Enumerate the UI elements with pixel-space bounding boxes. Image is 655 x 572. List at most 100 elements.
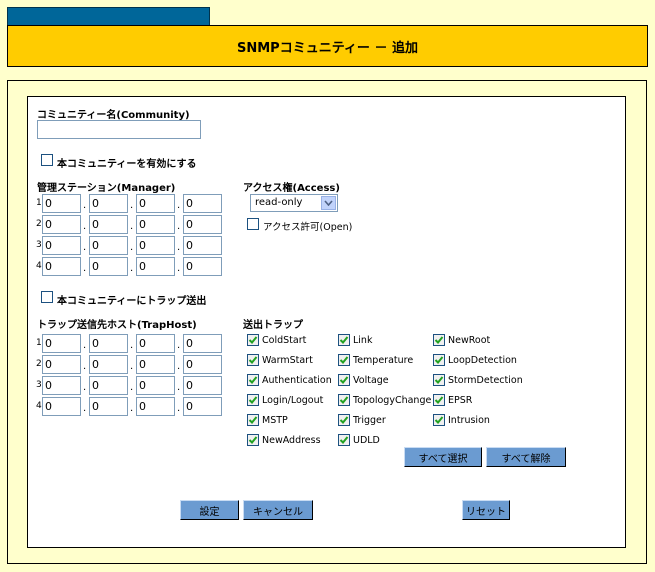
traphost-ip-octet-input[interactable] [136,376,175,395]
checkmark-icon [434,376,444,384]
traphost-ip-octet-input[interactable] [136,355,175,374]
trap-checkbox[interactable] [247,414,259,426]
traphost-ip-octet-input[interactable] [89,355,128,374]
traphost-ip-octet-input[interactable] [89,334,128,353]
manager-ip-octet-input[interactable] [89,257,128,276]
trap-checkbox[interactable] [247,334,259,346]
trap-checkbox[interactable] [247,434,259,446]
trap-checkbox[interactable] [338,394,350,406]
trap-checkbox[interactable] [338,434,350,446]
cancel-button[interactable]: キャンセル [243,500,313,520]
manager-ip-octet-input[interactable] [183,194,222,213]
trap-label: Intrusion [448,415,490,426]
trap-checkbox[interactable] [338,354,350,366]
trap-label: EPSR [448,395,473,406]
manager-ip-octet-input[interactable] [136,257,175,276]
traphost-ip-octet-input[interactable] [42,334,81,353]
traphost-ip-row-index: 1 [36,338,42,348]
checkmark-icon [434,336,444,344]
trap-enable-checkbox[interactable] [41,291,53,303]
traphost-ip-octet-separator: . [177,403,181,414]
trap-checkbox[interactable] [433,354,445,366]
enable-checkbox[interactable] [41,154,53,166]
reset-button[interactable]: リセット [462,500,510,520]
manager-ip-octet-separator: . [130,200,134,211]
chevron-down-icon[interactable] [321,196,336,210]
manager-ip-octet-input[interactable] [183,257,222,276]
manager-label: 管理ステーション(Manager) [37,183,176,194]
enable-label: 本コミュニティーを有効にする [57,159,197,170]
traphost-ip-octet-input[interactable] [183,376,222,395]
manager-ip-octet-separator: . [83,200,87,211]
traphost-ip-octet-separator: . [83,382,87,393]
manager-ip-octet-input[interactable] [42,257,81,276]
traphost-ip-octet-input[interactable] [183,334,222,353]
traps-label: 送出トラップ [243,320,303,331]
access-open-checkbox[interactable] [247,218,259,230]
manager-ip-octet-input[interactable] [183,215,222,234]
manager-ip-row-index: 4 [36,261,42,271]
trap-label: Link [353,335,373,346]
manager-ip-octet-separator: . [130,242,134,253]
manager-ip-octet-separator: . [177,221,181,232]
traphost-ip-octet-input[interactable] [183,355,222,374]
traphost-ip-row-index: 2 [36,359,42,369]
manager-ip-octet-input[interactable] [183,236,222,255]
access-select-value: read-only [255,197,303,208]
traphost-ip-octet-input[interactable] [89,397,128,416]
traphost-ip-octet-input[interactable] [42,355,81,374]
access-select[interactable]: read-only [250,194,338,212]
trap-checkbox[interactable] [338,334,350,346]
traphost-label: トラップ送信先ホスト(TrapHost) [37,320,197,331]
trap-checkbox[interactable] [433,374,445,386]
trap-checkbox[interactable] [247,374,259,386]
manager-ip-octet-input[interactable] [89,194,128,213]
trap-checkbox[interactable] [338,414,350,426]
checkmark-icon [339,436,349,444]
select-all-button[interactable]: すべて選択 [404,447,482,467]
trap-checkbox[interactable] [433,394,445,406]
traphost-ip-row-index: 3 [36,380,42,390]
trap-checkbox[interactable] [433,414,445,426]
manager-ip-octet-input[interactable] [89,215,128,234]
manager-ip-octet-input[interactable] [89,236,128,255]
traphost-ip-octet-input[interactable] [42,376,81,395]
trap-checkbox[interactable] [338,374,350,386]
manager-ip-octet-input[interactable] [136,194,175,213]
page-title-text: SNMPコミュニティー － 追加 [237,40,418,56]
checkmark-icon [248,336,258,344]
manager-ip-octet-input[interactable] [42,215,81,234]
manager-ip-octet-separator: . [83,242,87,253]
checkmark-icon [339,356,349,364]
traphost-ip-octet-input[interactable] [42,397,81,416]
manager-ip-octet-input[interactable] [42,236,81,255]
clear-all-button[interactable]: すべて解除 [486,447,566,467]
trap-checkbox[interactable] [433,334,445,346]
traphost-ip-octet-separator: . [130,361,134,372]
manager-ip-octet-input[interactable] [42,194,81,213]
traphost-ip-octet-separator: . [177,340,181,351]
trap-checkbox[interactable] [247,394,259,406]
trap-label: ColdStart [262,335,307,346]
traphost-ip-octet-input[interactable] [183,397,222,416]
traphost-ip-octet-separator: . [130,340,134,351]
traphost-ip-octet-input[interactable] [89,376,128,395]
trap-label: UDLD [353,435,380,446]
set-button[interactable]: 設定 [180,500,239,520]
manager-ip-octet-input[interactable] [136,215,175,234]
checkmark-icon [248,376,258,384]
traphost-ip-octet-input[interactable] [136,397,175,416]
trap-label: Voltage [353,375,389,386]
community-label: コミュニティー名(Community) [37,110,190,121]
trap-label: NewAddress [262,435,321,446]
manager-ip-octet-separator: . [130,221,134,232]
manager-ip-octet-separator: . [177,263,181,274]
access-label: アクセス権(Access) [243,183,340,194]
traphost-ip-octet-input[interactable] [136,334,175,353]
manager-ip-row-index: 1 [36,198,42,208]
checkmark-icon [434,396,444,404]
trap-checkbox[interactable] [247,354,259,366]
community-input[interactable] [37,120,201,139]
manager-ip-octet-input[interactable] [136,236,175,255]
manager-ip-octet-separator: . [130,263,134,274]
